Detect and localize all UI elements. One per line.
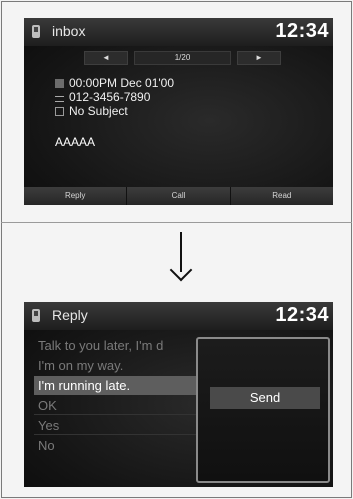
- title-bar: Reply 12:34: [24, 302, 333, 330]
- message-phone: 012-3456-7890: [55, 90, 150, 104]
- previous-message-button[interactable]: ◄: [84, 51, 128, 65]
- send-popup: Send: [196, 337, 330, 483]
- screen-title: inbox: [52, 23, 86, 39]
- read-button[interactable]: Read: [230, 187, 333, 205]
- subject-text: No Subject: [69, 104, 128, 118]
- message-body: AAAAA: [55, 135, 96, 149]
- screen-title: Reply: [52, 307, 88, 323]
- datetime-text: 00:00PM Dec 01'00: [69, 76, 175, 90]
- send-button[interactable]: Send: [210, 387, 320, 409]
- reply-screen: Reply 12:34 Talk to you later, I'm d I'm…: [24, 302, 333, 487]
- subject-icon: [55, 107, 64, 116]
- call-button[interactable]: Call: [127, 187, 231, 205]
- title-bar: inbox 12:34: [24, 18, 333, 46]
- action-bar: Reply Call Read: [24, 187, 333, 205]
- phone-text: 012-3456-7890: [69, 90, 151, 104]
- message-position: 1/20: [134, 51, 231, 65]
- divider: [1, 222, 352, 223]
- phone-icon: [32, 25, 40, 38]
- clock: 12:34: [275, 304, 329, 326]
- phone-icon: [32, 309, 40, 322]
- inbox-screen: inbox 12:34 ◄ 1/20 ► 00:00PM Dec 01'00 0…: [24, 18, 333, 205]
- reply-button[interactable]: Reply: [24, 187, 128, 205]
- next-message-button[interactable]: ►: [237, 51, 281, 65]
- message-subject: No Subject: [55, 104, 128, 118]
- clock-icon: [55, 79, 64, 88]
- phone-number-icon: [55, 96, 64, 102]
- clock: 12:34: [275, 20, 329, 42]
- message-datetime: 00:00PM Dec 01'00: [55, 76, 174, 90]
